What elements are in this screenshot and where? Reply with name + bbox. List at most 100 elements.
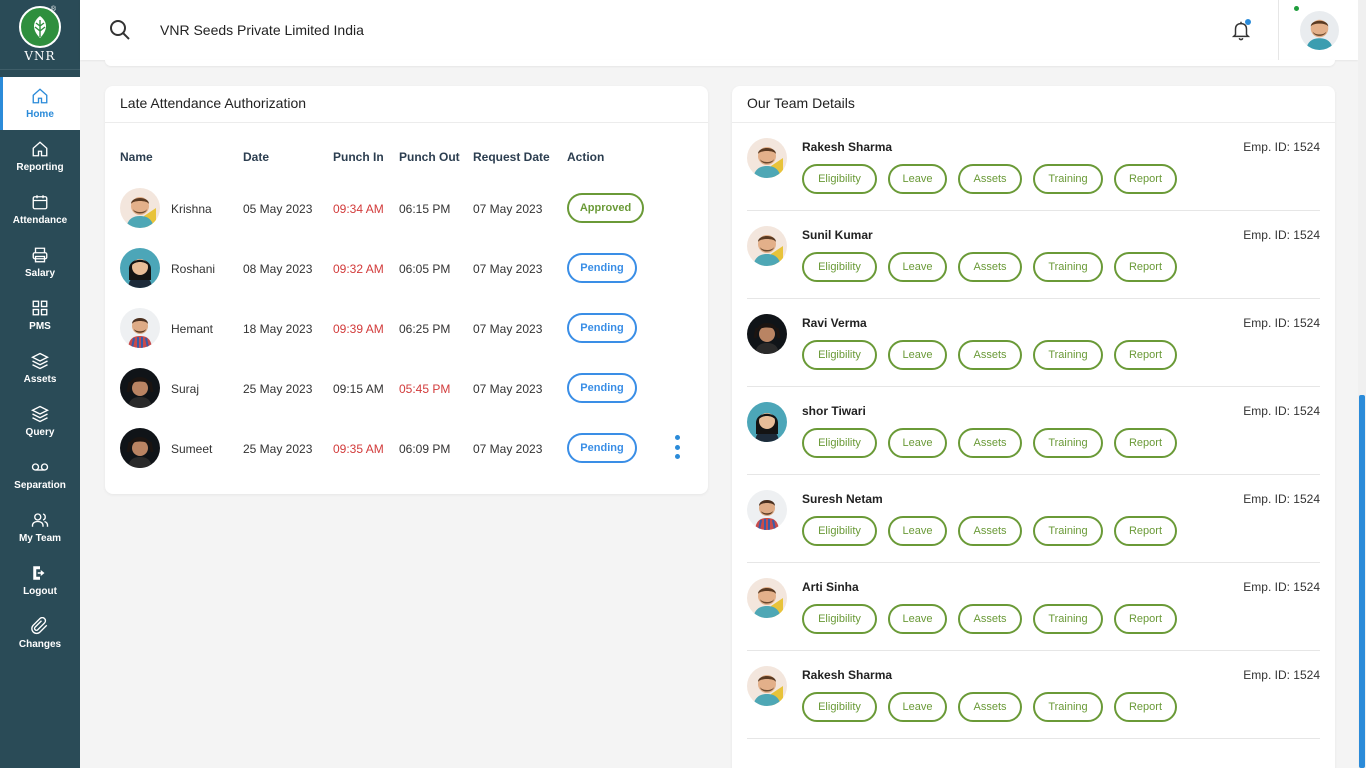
report-button[interactable]: Report: [1114, 428, 1177, 458]
eligibility-button[interactable]: Eligibility: [802, 428, 877, 458]
assets-button[interactable]: Assets: [958, 428, 1022, 458]
sidebar-nav: Home Reporting Attendance Salary PMS Ass…: [0, 77, 80, 660]
avatar: [120, 248, 160, 288]
eligibility-button[interactable]: Eligibility: [802, 252, 877, 282]
eligibility-button[interactable]: Eligibility: [802, 340, 877, 370]
row-punch-out: 05:45 PM: [399, 382, 451, 396]
approved-badge[interactable]: Approved: [567, 193, 644, 223]
grid-icon: [32, 300, 48, 316]
training-button[interactable]: Training: [1033, 692, 1103, 722]
member-name: shor Tiwari: [802, 404, 866, 418]
assets-button[interactable]: Assets: [958, 252, 1022, 282]
pending-button[interactable]: Pending: [567, 433, 637, 463]
report-button[interactable]: Report: [1114, 252, 1177, 282]
avatar: [747, 314, 787, 354]
sidebar-item-separation[interactable]: Separation: [0, 448, 80, 501]
avatar: [120, 428, 160, 468]
report-button[interactable]: Report: [1114, 164, 1177, 194]
team-details-title: Our Team Details: [732, 86, 1335, 123]
report-button[interactable]: Report: [1114, 340, 1177, 370]
column-header-punch-in: Punch In: [333, 150, 384, 164]
training-button[interactable]: Training: [1033, 164, 1103, 194]
sidebar-item-my-team[interactable]: My Team: [0, 501, 80, 554]
sidebar-item-pms[interactable]: PMS: [0, 289, 80, 342]
pending-button[interactable]: Pending: [567, 253, 637, 283]
row-punch-in: 09:34 AM: [333, 202, 384, 216]
table-row: Roshani 08 May 2023 09:32 AM 06:05 PM 07…: [105, 248, 708, 296]
assets-button[interactable]: Assets: [958, 604, 1022, 634]
assets-button[interactable]: Assets: [958, 340, 1022, 370]
row-date: 25 May 2023: [243, 382, 313, 396]
sidebar-item-query[interactable]: Query: [0, 395, 80, 448]
training-button[interactable]: Training: [1033, 340, 1103, 370]
training-button[interactable]: Training: [1033, 252, 1103, 282]
pending-button[interactable]: Pending: [567, 313, 637, 343]
list-item: Sunil Kumar Emp. ID: 1524 Eligibility Le…: [747, 211, 1320, 299]
notification-button[interactable]: [1230, 18, 1252, 42]
sidebar-item-label: Logout: [23, 586, 57, 597]
list-item: Suresh Netam Emp. ID: 1524 Eligibility L…: [747, 475, 1320, 563]
sidebar-item-reporting[interactable]: Reporting: [0, 130, 80, 183]
assets-button[interactable]: Assets: [958, 692, 1022, 722]
eligibility-button[interactable]: Eligibility: [802, 692, 877, 722]
sidebar-item-logout[interactable]: Logout: [0, 554, 80, 607]
calendar-icon: [32, 195, 48, 210]
leave-button[interactable]: Leave: [888, 252, 947, 282]
member-actions: Eligibility Leave Assets Training Report: [802, 252, 1177, 282]
training-button[interactable]: Training: [1033, 516, 1103, 546]
row-name: Roshani: [171, 262, 216, 276]
more-options-icon[interactable]: [673, 435, 681, 459]
sidebar-item-home[interactable]: Home: [0, 77, 80, 130]
logout-icon: [33, 566, 45, 580]
employee-id: Emp. ID: 1524: [1243, 668, 1320, 682]
late-attendance-title: Late Attendance Authorization: [105, 86, 708, 123]
leave-button[interactable]: Leave: [888, 516, 947, 546]
report-button[interactable]: Report: [1114, 692, 1177, 722]
leave-button[interactable]: Leave: [888, 428, 947, 458]
leave-button[interactable]: Leave: [888, 692, 947, 722]
row-punch-in: 09:35 AM: [333, 442, 384, 456]
assets-button[interactable]: Assets: [958, 164, 1022, 194]
member-name: Rakesh Sharma: [802, 140, 893, 154]
column-header-action: Action: [567, 150, 605, 164]
home-icon: [32, 141, 48, 157]
column-header-name: Name: [120, 150, 153, 164]
scrollbar-thumb[interactable]: [1359, 395, 1365, 768]
sidebar-item-salary[interactable]: Salary: [0, 236, 80, 289]
eligibility-button[interactable]: Eligibility: [802, 604, 877, 634]
training-button[interactable]: Training: [1033, 428, 1103, 458]
eligibility-button[interactable]: Eligibility: [802, 516, 877, 546]
member-name: Arti Sinha: [802, 580, 859, 594]
eligibility-button[interactable]: Eligibility: [802, 164, 877, 194]
sidebar-item-label: Attendance: [12, 215, 68, 226]
leave-button[interactable]: Leave: [888, 604, 947, 634]
search-icon[interactable]: [108, 18, 132, 42]
pending-button[interactable]: Pending: [567, 373, 637, 403]
sidebar-item-label: Reporting: [16, 162, 64, 173]
brand-logo[interactable]: ® VNR: [0, 0, 80, 70]
report-button[interactable]: Report: [1114, 516, 1177, 546]
sidebar-item-assets[interactable]: Assets: [0, 342, 80, 395]
sidebar-item-changes[interactable]: Changes: [0, 607, 80, 660]
sidebar-item-label: PMS: [29, 321, 51, 332]
member-name: Ravi Verma: [802, 316, 867, 330]
member-actions: Eligibility Leave Assets Training Report: [802, 164, 1177, 194]
leave-button[interactable]: Leave: [888, 164, 947, 194]
row-punch-out: 06:05 PM: [399, 262, 451, 276]
leave-button[interactable]: Leave: [888, 340, 947, 370]
assets-button[interactable]: Assets: [958, 516, 1022, 546]
row-date: 08 May 2023: [243, 262, 313, 276]
row-request-date: 07 May 2023: [473, 262, 543, 276]
table-row: Sumeet 25 May 2023 09:35 AM 06:09 PM 07 …: [105, 428, 708, 476]
logo-text: VNR: [24, 49, 56, 63]
report-button[interactable]: Report: [1114, 604, 1177, 634]
training-button[interactable]: Training: [1033, 604, 1103, 634]
avatar: [120, 308, 160, 348]
employee-id: Emp. ID: 1524: [1243, 228, 1320, 242]
avatar: [747, 578, 787, 618]
sidebar-item-label: Query: [25, 427, 55, 438]
avatar: [120, 368, 160, 408]
user-avatar[interactable]: [1300, 11, 1339, 50]
sidebar-item-attendance[interactable]: Attendance: [0, 183, 80, 236]
page-scrollbar[interactable]: [1358, 0, 1366, 768]
